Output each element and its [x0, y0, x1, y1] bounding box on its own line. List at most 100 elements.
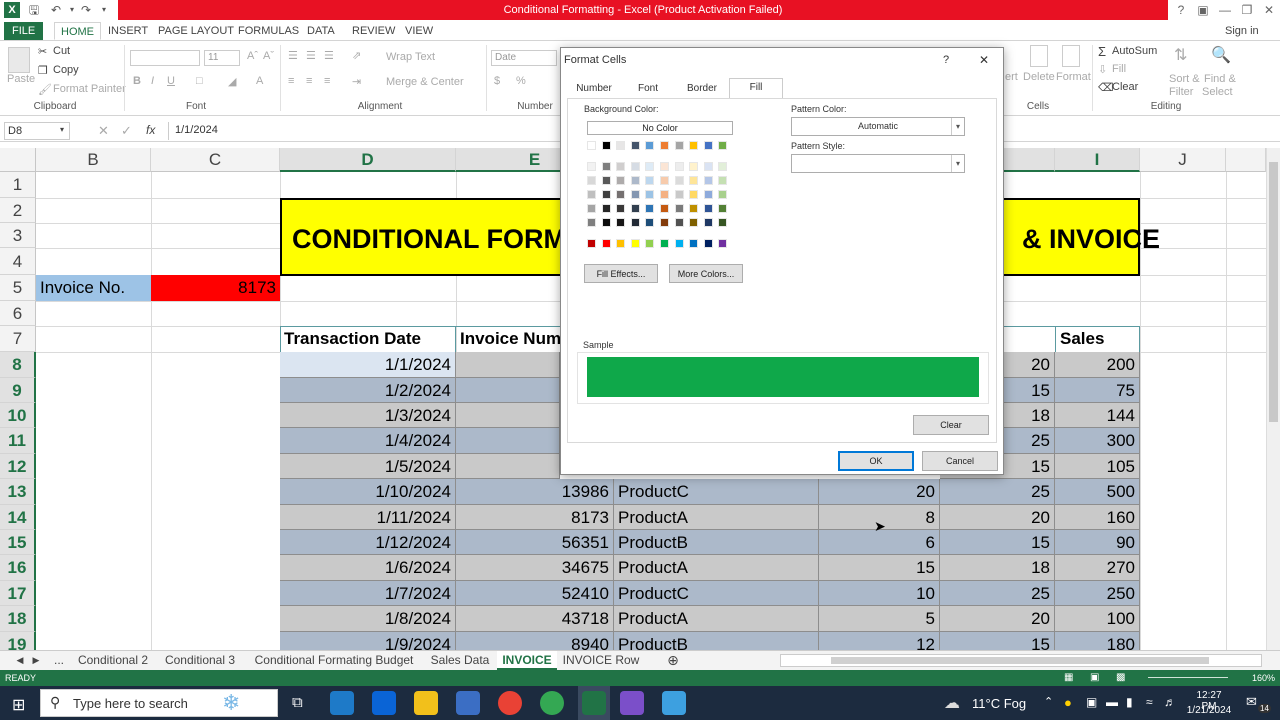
tray-app-icon[interactable]: ● — [1064, 695, 1072, 710]
sheet-tab-conditional-formating-budget[interactable]: Conditional Formating Budget — [248, 651, 420, 670]
name-box-dropdown-icon[interactable]: ▾ — [60, 125, 64, 134]
color-swatch[interactable] — [616, 239, 626, 248]
sales-cell[interactable]: 250 — [1055, 581, 1140, 606]
merge-center-button[interactable]: Merge & Center — [386, 76, 464, 88]
pattern-color-dropdown-icon[interactable]: ▾ — [951, 118, 964, 135]
color-swatch[interactable] — [660, 204, 669, 213]
filter-button[interactable]: Filter — [1169, 86, 1193, 98]
paste-icon[interactable] — [8, 47, 30, 73]
format-cells-icon[interactable] — [1062, 45, 1080, 67]
invoice-cell[interactable]: 43718 — [456, 606, 614, 632]
photos-icon[interactable] — [662, 691, 686, 715]
pattern-color-select[interactable]: Automatic — [791, 117, 965, 136]
sales-cell[interactable]: 75 — [1055, 378, 1140, 403]
quantity-cell[interactable]: 15 — [940, 530, 1055, 555]
tab-data[interactable]: DATA — [307, 22, 335, 40]
chrome-icon[interactable] — [498, 691, 522, 715]
color-swatch[interactable] — [674, 162, 684, 171]
cut-button[interactable]: Cut — [53, 45, 70, 57]
color-swatch[interactable] — [718, 204, 728, 213]
date-cell[interactable]: 1/6/2024 — [280, 555, 456, 581]
horizontal-scrollbar[interactable] — [780, 654, 1262, 667]
autosum-icon[interactable]: Σ — [1098, 44, 1106, 59]
color-swatch[interactable] — [674, 204, 684, 213]
tab-insert[interactable]: INSERT — [108, 22, 148, 40]
color-swatch[interactable] — [645, 190, 655, 199]
bold-button[interactable]: B — [133, 75, 141, 87]
date-cell[interactable]: 1/1/2024 — [280, 352, 456, 378]
color-swatch[interactable] — [587, 162, 596, 171]
date-cell[interactable]: 1/9/2024 — [280, 632, 456, 650]
color-swatch[interactable] — [630, 176, 640, 185]
color-swatch[interactable] — [630, 218, 640, 227]
date-cell[interactable]: 1/12/2024 — [280, 530, 456, 555]
paste-button[interactable]: Paste — [7, 73, 35, 85]
fill-color-icon[interactable]: ◢ — [228, 75, 236, 88]
color-swatch[interactable] — [660, 141, 669, 150]
file-explorer-icon[interactable] — [414, 691, 438, 715]
horizontal-scroll-thumb[interactable] — [831, 657, 1209, 664]
font-name-combo[interactable] — [130, 50, 200, 66]
header-sales[interactable]: Sales — [1055, 326, 1140, 352]
color-swatch[interactable] — [660, 239, 669, 248]
color-swatch[interactable] — [601, 239, 611, 248]
color-swatch[interactable] — [674, 190, 684, 199]
product-cell[interactable]: ProductB — [614, 632, 819, 650]
fill-down-icon[interactable]: ⇩ — [1098, 63, 1107, 76]
color-swatch[interactable] — [587, 204, 596, 213]
column-header-c[interactable]: C — [151, 148, 280, 172]
color-swatch[interactable] — [660, 162, 669, 171]
color-swatch[interactable] — [718, 162, 728, 171]
color-swatch[interactable] — [718, 141, 728, 150]
row-header[interactable]: 3 — [0, 223, 36, 248]
cancel-entry-icon[interactable]: ✕ — [98, 123, 109, 139]
color-swatch[interactable] — [674, 176, 684, 185]
more-colors-button[interactable]: More Colors... — [669, 264, 743, 283]
clipchamp-icon[interactable] — [620, 691, 644, 715]
product-cell[interactable]: ProductA — [614, 505, 819, 530]
number-format-combo[interactable]: Date — [491, 50, 557, 66]
color-swatch[interactable] — [703, 141, 713, 150]
quantity-cell[interactable]: 25 — [940, 581, 1055, 606]
date-cell[interactable]: 1/10/2024 — [280, 479, 456, 505]
taskbar-date[interactable]: 1/21/2024 — [1184, 705, 1234, 716]
color-swatch[interactable] — [616, 162, 626, 171]
sales-cell[interactable]: 160 — [1055, 505, 1140, 530]
column-header-i[interactable]: I — [1055, 148, 1140, 172]
sheet-tab-conditional-3[interactable]: Conditional 3 — [158, 651, 242, 670]
color-swatch[interactable] — [689, 190, 699, 199]
color-swatch[interactable] — [587, 190, 596, 199]
column-header-d[interactable]: D — [280, 148, 456, 172]
color-swatch[interactable] — [601, 141, 611, 150]
underline-button[interactable]: U — [167, 75, 175, 87]
product-cell[interactable]: ProductC — [614, 581, 819, 606]
currency-icon[interactable]: $ — [494, 75, 500, 87]
date-cell[interactable]: 1/2/2024 — [280, 378, 456, 403]
middle-align-icon[interactable]: ☰ — [306, 49, 316, 62]
row-header[interactable]: 2 — [0, 198, 36, 223]
sort-button[interactable]: Sort & — [1169, 73, 1200, 85]
redo-icon[interactable]: ↷ — [78, 2, 94, 18]
tab-page-layout[interactable]: PAGE LAYOUT — [158, 22, 234, 40]
invoice-value-cell[interactable]: 8173 — [151, 275, 280, 301]
mail-icon[interactable] — [372, 691, 396, 715]
store-icon[interactable] — [456, 691, 480, 715]
color-swatch[interactable] — [616, 204, 626, 213]
color-swatch[interactable] — [703, 204, 713, 213]
sales-cell[interactable]: 144 — [1055, 403, 1140, 428]
normal-view-icon[interactable]: ▦ — [1064, 670, 1073, 686]
color-swatch[interactable] — [703, 218, 713, 227]
ribbon-display-icon[interactable]: ▣ — [1192, 0, 1214, 20]
invoice-cell[interactable]: 34675 — [456, 555, 614, 581]
cancel-button[interactable]: Cancel — [922, 451, 998, 471]
weather-text[interactable]: 11°C Fog — [972, 696, 1026, 711]
italic-button[interactable]: I — [151, 75, 154, 87]
bottom-align-icon[interactable]: ☰ — [324, 49, 334, 62]
restore-button[interactable]: ❐ — [1236, 0, 1258, 20]
wrap-text-button[interactable]: Wrap Text — [386, 51, 435, 63]
invoice-cell[interactable]: 8940 — [456, 632, 614, 650]
close-button[interactable]: ✕ — [1258, 0, 1280, 20]
grow-font-icon[interactable]: Aˆ — [247, 50, 258, 62]
sales-cell[interactable]: 100 — [1055, 606, 1140, 632]
color-swatch[interactable] — [660, 190, 669, 199]
